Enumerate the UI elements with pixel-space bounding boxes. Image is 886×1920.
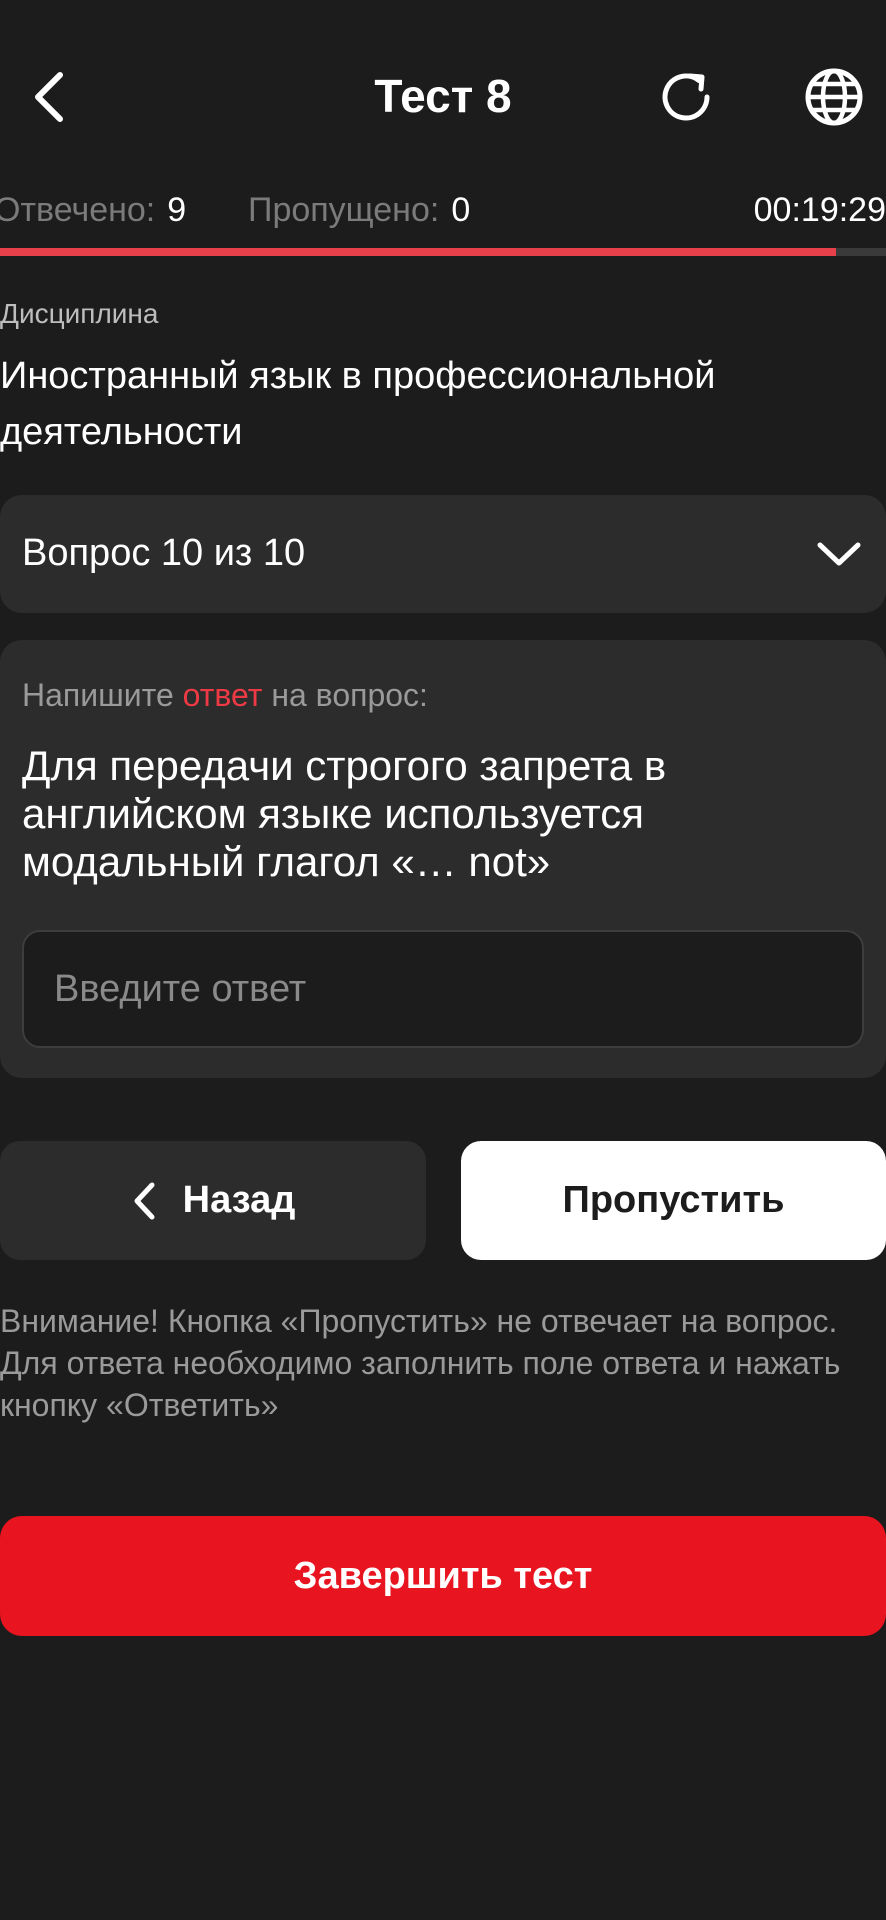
back-nav-label: Назад: [182, 1179, 296, 1221]
answered-stat: Отвечено: 9: [0, 186, 186, 234]
skip-button[interactable]: Пропустить: [461, 1141, 886, 1260]
skipped-stat: Пропущено: 0: [248, 186, 470, 234]
finish-test-label: Завершить тест: [293, 1554, 593, 1597]
chevron-down-icon: [814, 529, 864, 579]
discipline-label: Дисциплина: [0, 298, 159, 329]
page-title: Тест 8: [374, 70, 512, 122]
refresh-button[interactable]: [648, 62, 724, 132]
instruction-text: Напишите: [22, 677, 183, 713]
finish-test-button[interactable]: Завершить тест: [0, 1516, 886, 1636]
globe-icon: [805, 68, 863, 126]
question-instruction: Напишите ответ на вопрос:: [22, 670, 428, 720]
timer: 00:19:29: [753, 191, 886, 229]
back-nav-button[interactable]: Назад: [0, 1141, 426, 1260]
discipline-value: Иностранный язык в профессиональной деят…: [0, 355, 716, 453]
skipped-label: Пропущено:: [248, 191, 440, 229]
instruction-accent: ответ: [182, 677, 263, 713]
progress-fill: [0, 248, 837, 256]
language-button[interactable]: [796, 62, 872, 132]
answer-input[interactable]: [22, 930, 864, 1048]
progress-bar: [0, 248, 886, 256]
question-text: Для передачи строгого запрета в английск…: [22, 742, 667, 885]
instruction-text-end: на вопрос:: [262, 677, 428, 713]
answered-value: 9: [167, 191, 187, 229]
skip-label: Пропустить: [562, 1179, 785, 1221]
question-card: Напишите ответ на вопрос: Для передачи с…: [0, 640, 886, 1078]
chevron-left-icon: [134, 1182, 155, 1219]
answered-label: Отвечено:: [0, 191, 156, 229]
refresh-icon: [662, 73, 710, 121]
question-selector[interactable]: Вопрос 10 из 10: [0, 495, 886, 613]
question-selector-label: Вопрос 10 из 10: [22, 532, 306, 574]
warning-text: Внимание! Кнопка «Пропустить» не отвечае…: [0, 1303, 841, 1423]
skipped-value: 0: [451, 191, 471, 229]
